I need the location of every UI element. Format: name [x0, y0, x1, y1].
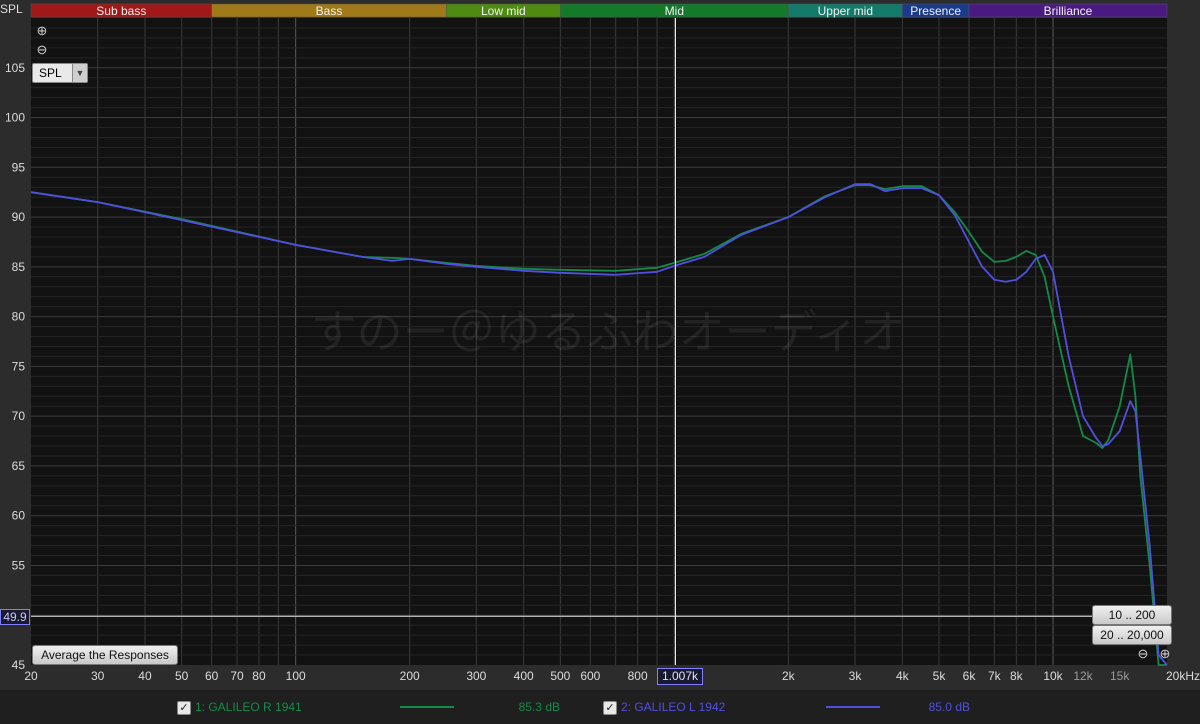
y-axis-ticks: 45 55 60 65 70 75 80 85 90 95 100 105 [5, 61, 25, 672]
x-tick-label-13: 800 [628, 669, 648, 683]
x-tick-label-7: 100 [286, 669, 306, 683]
y-tick-label-3: 65 [12, 459, 26, 473]
x-tick-label-9: 300 [466, 669, 486, 683]
y-tick-label-11: 105 [5, 61, 25, 75]
frequency-response-chart[interactable]: Sub bass Bass Low mid Mid Upper mid Presence B… [0, 0, 1200, 690]
cursor-level-readout: 49.9 [0, 609, 30, 625]
x-tick-label-5: 70 [230, 669, 244, 683]
series-1-name: 1: GALILEO R 1941 [195, 700, 302, 714]
cursor-frequency-readout: 1.007k [657, 668, 703, 685]
series-2-value: 85.0 dB [928, 700, 970, 714]
x-tick-label-21: 10k [1043, 669, 1063, 683]
series-1-swatch [400, 706, 454, 708]
x-zoom-in-icon[interactable]: ⊕ [1158, 647, 1172, 661]
chevron-down-icon: ▼ [72, 64, 87, 82]
x-tick-label-24: 20kHz [1166, 669, 1200, 683]
x-tick-label-17: 5k [933, 669, 947, 683]
y-axis-label: SPL [0, 2, 23, 16]
x-tick-label-15: 3k [849, 669, 863, 683]
x-zoom-out-icon[interactable]: ⊖ [1136, 647, 1150, 661]
y-tick-label-8: 90 [12, 210, 26, 224]
y-tick-label-6: 80 [12, 310, 26, 324]
x-tick-label-22: 12k [1073, 669, 1093, 683]
x-tick-label-11: 500 [550, 669, 570, 683]
y-tick-label-9: 95 [12, 160, 26, 174]
y-tick-label-5: 75 [12, 359, 26, 373]
range-10-200-button[interactable]: 10 .. 200 [1092, 605, 1172, 625]
x-tick-label-3: 50 [175, 669, 189, 683]
x-tick-label-4: 60 [205, 669, 219, 683]
x-tick-label-10: 400 [514, 669, 534, 683]
series-1-checkbox[interactable]: ✓ [177, 701, 191, 715]
x-tick-label-18: 6k [963, 669, 977, 683]
y-tick-label-10: 100 [5, 111, 25, 125]
x-tick-label-12: 600 [580, 669, 600, 683]
band-label-0: Sub bass [96, 4, 146, 18]
series-2-name: 2: GALILEO L 1942 [621, 700, 726, 714]
y-tick-label-7: 85 [12, 260, 26, 274]
x-tick-label-2: 40 [138, 669, 152, 683]
series-1-value: 85.3 dB [518, 700, 560, 714]
band-label-5: Presence [910, 4, 961, 18]
series-2-swatch [826, 706, 880, 708]
x-tick-label-1: 30 [91, 669, 105, 683]
series-2-checkbox[interactable]: ✓ [603, 701, 617, 715]
frequency-band-bar: Sub bass Bass Low mid Mid Upper mid Presence B… [30, 3, 1168, 18]
x-tick-label-19: 7k [988, 669, 1002, 683]
band-label-2: Low mid [481, 4, 526, 18]
y-tick-label-2: 60 [12, 509, 26, 523]
y-tick-label-1: 55 [12, 558, 26, 572]
zoom-out-icon[interactable]: ⊖ [35, 43, 49, 57]
x-tick-label-20: 8k [1010, 669, 1024, 683]
measurement-type-select[interactable]: SPL ▼ [32, 63, 88, 83]
x-tick-label-16: 4k [896, 669, 910, 683]
band-label-6: Brilliance [1044, 4, 1093, 18]
y-tick-label-0: 45 [12, 658, 26, 672]
x-tick-label-6: 80 [252, 669, 266, 683]
band-label-3: Mid [665, 4, 684, 18]
x-axis-ticks: 20 30 40 50 60 70 80 100 200 300 400 500 600 800 2k 3k 4… [24, 669, 1200, 683]
band-label-1: Bass [316, 4, 343, 18]
band-label-4: Upper mid [818, 4, 873, 18]
watermark: すのー＠ゆるふわオーディオ [311, 305, 906, 359]
x-tick-label-14: 2k [782, 669, 796, 683]
y-tick-label-4: 70 [12, 409, 26, 423]
x-tick-label-0: 20 [24, 669, 38, 683]
range-20-20000-button[interactable]: 20 .. 20,000 [1092, 625, 1172, 645]
zoom-in-icon[interactable]: ⊕ [35, 24, 49, 38]
measurement-type-value: SPL [39, 66, 62, 80]
x-tick-label-8: 200 [400, 669, 420, 683]
x-tick-label-23: 15k [1110, 669, 1130, 683]
average-responses-button[interactable]: Average the Responses [32, 645, 178, 665]
